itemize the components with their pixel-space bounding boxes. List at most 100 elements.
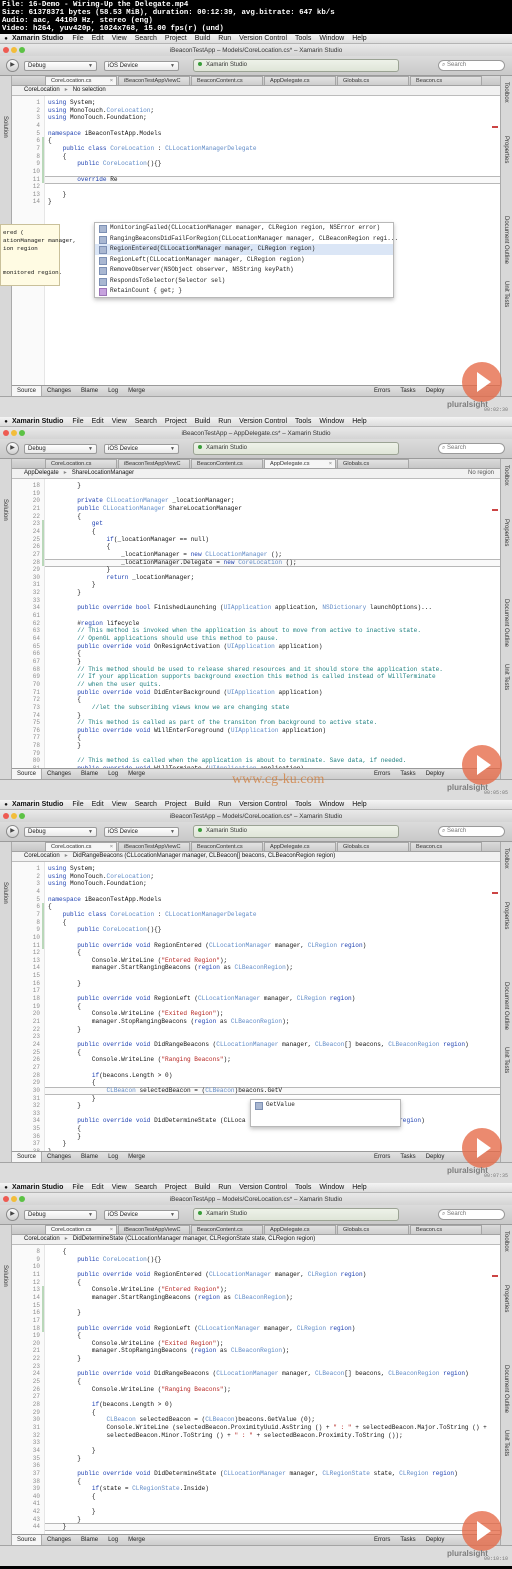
menu-item-project[interactable]: Project	[165, 418, 187, 425]
menu-item-tools[interactable]: Tools	[295, 1184, 311, 1191]
search-input[interactable]: ⌕ Search	[438, 60, 505, 71]
menu-item-version-control[interactable]: Version Control	[239, 1184, 287, 1191]
menu-item-help[interactable]: Help	[352, 1184, 366, 1191]
breadcrumb-class[interactable]: CoreLocation	[24, 853, 60, 859]
close-window-icon[interactable]	[3, 430, 9, 436]
menu-item-run[interactable]: Run	[218, 418, 231, 425]
tab-globals-cs[interactable]: Globals.cs	[337, 1225, 409, 1234]
right-pad-tab-toolbox[interactable]: Toolbox	[503, 848, 509, 869]
completion-list[interactable]: MonitoringFailed(CLLocationManager manag…	[94, 222, 398, 298]
completion-item[interactable]: RemoveObserver(NSObject observer, NSStri…	[95, 265, 393, 276]
device-select[interactable]: iOS Device ▼	[104, 444, 179, 454]
tab-globals-cs[interactable]: Globals.cs	[337, 76, 409, 85]
right-pad-tab-unit-tests[interactable]: Unit Tests	[503, 281, 509, 307]
close-tab-icon[interactable]: ×	[329, 460, 332, 468]
right-pad-tab-properties[interactable]: Properties	[503, 1285, 509, 1312]
minimize-window-icon[interactable]	[11, 1196, 17, 1202]
tab-corelocation-cs[interactable]: CoreLocation.cs ×	[45, 842, 117, 851]
menu-app-name[interactable]: Xamarin Studio	[12, 35, 63, 42]
menu-item-project[interactable]: Project	[165, 801, 187, 808]
menu-item-build[interactable]: Build	[195, 1184, 211, 1191]
menu-item-project[interactable]: Project	[165, 1184, 187, 1191]
view-tab-log[interactable]: Log	[103, 386, 123, 396]
tab-ibeacontestappviewc[interactable]: iBeaconTestAppViewC	[118, 1225, 190, 1234]
run-button[interactable]: ▶	[6, 59, 19, 72]
menu-item-view[interactable]: View	[112, 418, 127, 425]
tab-beacon-cs[interactable]: Beacon.cs	[410, 1225, 482, 1234]
right-pad-tab-document-outline[interactable]: Document Outline	[503, 1365, 509, 1413]
right-pad-tab-properties[interactable]: Properties	[503, 902, 509, 929]
pad-button-deploy[interactable]: Deploy	[421, 1152, 450, 1162]
menu-item-build[interactable]: Build	[195, 35, 211, 42]
menu-item-build[interactable]: Build	[195, 418, 211, 425]
view-tab-merge[interactable]: Merge	[123, 386, 150, 396]
apple-icon[interactable]: ●	[0, 1185, 12, 1191]
close-window-icon[interactable]	[3, 1196, 9, 1202]
completion-item[interactable]: GetValue	[251, 1100, 400, 1111]
close-tab-icon[interactable]: ×	[110, 1226, 113, 1234]
right-pad-tab-unit-tests[interactable]: Unit Tests	[503, 664, 509, 690]
device-select[interactable]: iOS Device ▼	[104, 61, 179, 71]
completion-item[interactable]: RegionLeft(CLLocationManager manager, CL…	[95, 255, 393, 266]
view-tab-log[interactable]: Log	[103, 1152, 123, 1162]
completion-item[interactable]: RetainCount { get; }	[95, 286, 393, 297]
menu-item-build[interactable]: Build	[195, 801, 211, 808]
code-editor[interactable]: 18 } 19 20 private CLLocationManager _loca…	[12, 479, 500, 768]
menu-item-window[interactable]: Window	[319, 35, 344, 42]
tab-beaconcontent-cs[interactable]: BeaconContent.cs	[191, 459, 263, 468]
code-editor[interactable]: 8 {9 public CoreLocation(){} 10 11 public …	[12, 1245, 500, 1534]
tab-ibeacontestappviewc[interactable]: iBeaconTestAppViewC	[118, 842, 190, 851]
code-editor[interactable]: 1 using System; 2 using MonoTouch.CoreLocat…	[12, 862, 500, 1151]
tab-ibeacontestappviewc[interactable]: iBeaconTestAppViewC	[118, 76, 190, 85]
menu-item-view[interactable]: View	[112, 801, 127, 808]
breadcrumb-region[interactable]: No region	[468, 469, 494, 478]
tab-appdelegate-cs[interactable]: AppDelegate.cs	[264, 1225, 336, 1234]
right-pad-tab-toolbox[interactable]: Toolbox	[503, 465, 509, 486]
tab-beaconcontent-cs[interactable]: BeaconContent.cs	[191, 1225, 263, 1234]
view-tab-source[interactable]: Source	[12, 1535, 43, 1545]
breadcrumb-class[interactable]: AppDelegate	[24, 470, 59, 476]
view-tab-merge[interactable]: Merge	[123, 1152, 150, 1162]
configuration-select[interactable]: Debug ▼	[24, 61, 97, 71]
completion-list[interactable]: GetValue	[250, 1099, 401, 1127]
tab-beacon-cs[interactable]: Beacon.cs	[410, 842, 482, 851]
completion-item[interactable]: RegionEntered(CLLocationManager manager,…	[95, 244, 393, 255]
menu-item-window[interactable]: Window	[319, 1184, 344, 1191]
tab-corelocation-cs[interactable]: CoreLocation.cs ×	[45, 1225, 117, 1234]
pad-button-deploy[interactable]: Deploy	[421, 386, 450, 396]
right-pad-tab-properties[interactable]: Properties	[503, 136, 509, 163]
zoom-window-icon[interactable]	[19, 47, 25, 53]
menu-app-name[interactable]: Xamarin Studio	[12, 418, 63, 425]
menu-item-file[interactable]: File	[72, 35, 83, 42]
menu-item-file[interactable]: File	[72, 801, 83, 808]
menu-item-help[interactable]: Help	[352, 418, 366, 425]
right-pad-tab-document-outline[interactable]: Document Outline	[503, 599, 509, 647]
menu-item-run[interactable]: Run	[218, 801, 231, 808]
menu-item-version-control[interactable]: Version Control	[239, 35, 287, 42]
run-button[interactable]: ▶	[6, 825, 19, 838]
solution-pad-tab[interactable]: Solution	[2, 499, 8, 521]
tab-beacon-cs[interactable]: Beacon.cs	[410, 76, 482, 85]
close-window-icon[interactable]	[3, 813, 9, 819]
device-select[interactable]: iOS Device ▼	[104, 827, 179, 837]
code-editor[interactable]: 1 using System; 2 using MonoTouch.CoreLocat…	[12, 96, 500, 385]
right-pad-tab-toolbox[interactable]: Toolbox	[503, 82, 509, 103]
solution-pad-tab[interactable]: Solution	[2, 882, 8, 904]
menu-item-run[interactable]: Run	[218, 1184, 231, 1191]
menu-item-window[interactable]: Window	[319, 801, 344, 808]
menu-item-search[interactable]: Search	[135, 801, 157, 808]
menu-item-help[interactable]: Help	[352, 801, 366, 808]
menu-item-run[interactable]: Run	[218, 35, 231, 42]
view-tab-source[interactable]: Source	[12, 769, 43, 779]
pad-button-errors[interactable]: Errors	[369, 769, 395, 779]
close-tab-icon[interactable]: ×	[110, 77, 113, 85]
tab-beaconcontent-cs[interactable]: BeaconContent.cs	[191, 842, 263, 851]
solution-pad-tab[interactable]: Solution	[2, 1265, 8, 1287]
view-tab-source[interactable]: Source	[12, 1152, 43, 1162]
menu-item-search[interactable]: Search	[135, 1184, 157, 1191]
menu-item-version-control[interactable]: Version Control	[239, 418, 287, 425]
run-button[interactable]: ▶	[6, 1208, 19, 1221]
right-pad-tab-unit-tests[interactable]: Unit Tests	[503, 1430, 509, 1456]
breadcrumb-member[interactable]: DidRangeBeacons (CLLocationManager manag…	[73, 853, 336, 859]
zoom-window-icon[interactable]	[19, 813, 25, 819]
